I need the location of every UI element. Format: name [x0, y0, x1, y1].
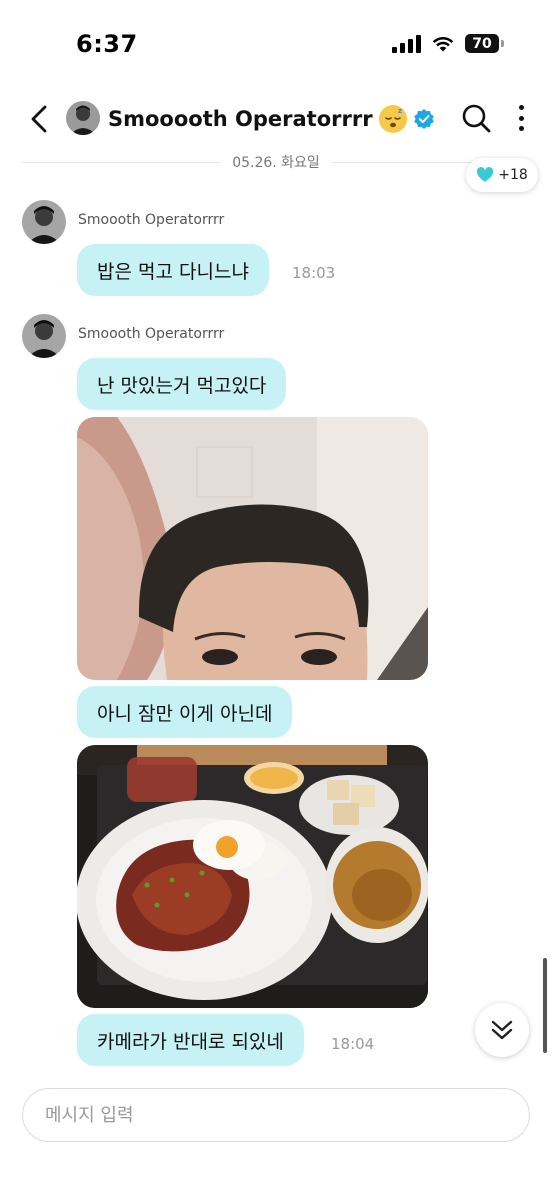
svg-text:z: z	[398, 107, 402, 115]
sender-avatar[interactable]	[22, 314, 66, 358]
search-icon	[462, 104, 491, 133]
message-time: 18:04	[331, 1035, 375, 1053]
verified-badge-icon	[413, 108, 435, 130]
heart-icon	[477, 167, 494, 182]
profile-avatar[interactable]	[66, 101, 100, 135]
message-bubble[interactable]: 카메라가 반대로 되있네	[77, 1014, 304, 1066]
chevron-left-icon	[31, 105, 47, 133]
scrollbar[interactable]	[543, 958, 547, 1053]
date-separator: 05.26. 화요일	[22, 150, 530, 174]
more-options-button[interactable]	[510, 102, 532, 134]
chat-header: Smooooth Operatorrrr z	[0, 92, 552, 146]
sender-name: Smoooth Operatorrrr	[78, 326, 225, 342]
sender-name: Smoooth Operatorrrr	[78, 212, 225, 228]
message-bubble[interactable]: 난 맛있는거 먹고있다	[77, 358, 287, 410]
double-chevron-down-icon	[491, 1020, 513, 1040]
chat-title-row[interactable]: Smooooth Operatorrrr z	[108, 105, 435, 133]
message-bubble[interactable]: 밥은 먹고 다니느냐	[77, 244, 269, 296]
message-time: 18:03	[292, 264, 336, 282]
battery-level: 70	[465, 34, 499, 53]
reaction-count: +18	[498, 167, 528, 183]
status-time: 6:37	[76, 30, 138, 58]
back-button[interactable]	[22, 100, 56, 138]
message-bubble[interactable]: 아니 잠만 이게 아닌데	[77, 686, 293, 738]
photo-message-food[interactable]	[77, 745, 428, 1008]
status-icons: 70	[392, 34, 504, 53]
message-input-container	[22, 1088, 530, 1142]
reaction-count-badge[interactable]: +18	[466, 158, 538, 192]
battery-icon: 70	[465, 34, 504, 53]
sender-avatar[interactable]	[22, 200, 66, 244]
chat-title: Smooooth Operatorrrr	[108, 107, 373, 131]
date-label: 05.26. 화요일	[232, 155, 320, 171]
scroll-to-bottom-button[interactable]	[475, 1003, 529, 1057]
status-bar: 6:37 70	[0, 0, 552, 90]
sleeping-face-icon: z	[378, 105, 407, 133]
wifi-icon	[432, 36, 454, 51]
message-input[interactable]	[23, 1089, 529, 1141]
search-button[interactable]	[460, 102, 492, 134]
cellular-signal-icon	[392, 34, 421, 53]
photo-message-selfie[interactable]	[77, 417, 428, 680]
more-icon	[518, 105, 524, 110]
